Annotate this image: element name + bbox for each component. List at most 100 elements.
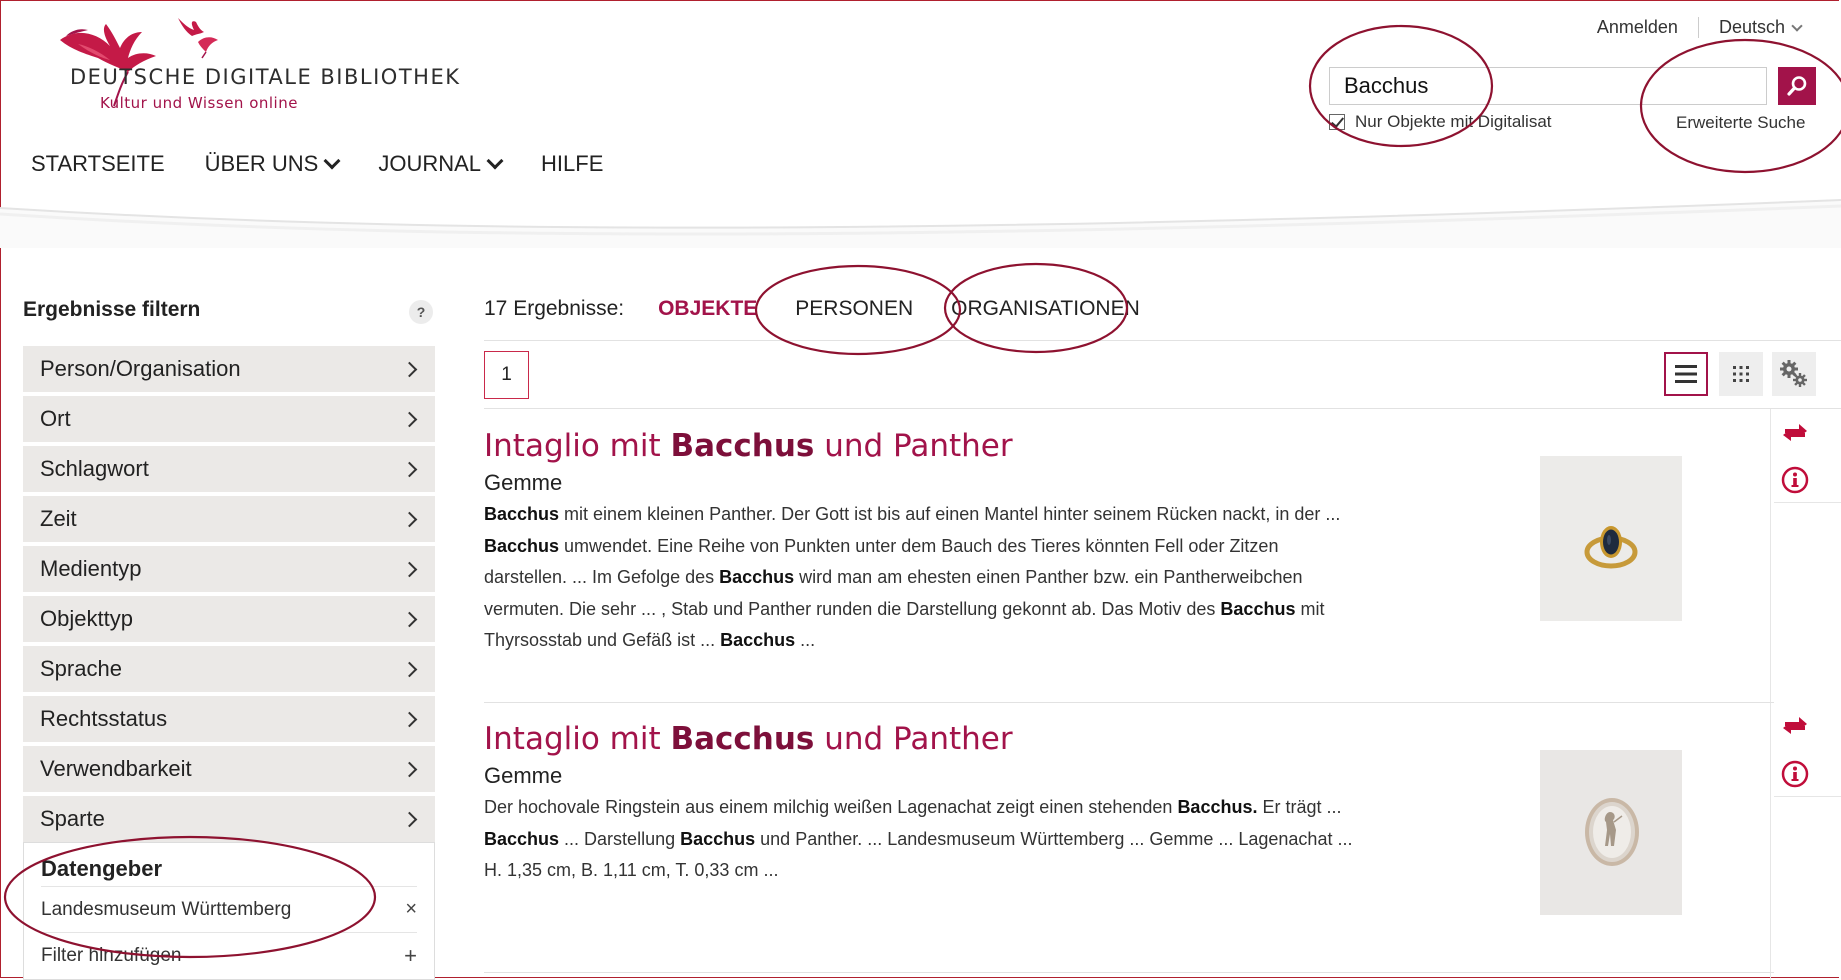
data-provider-facet: Datengeber Landesmuseum Württemberg × Fi… (23, 842, 435, 980)
data-provider-title: Datengeber (41, 856, 163, 881)
title-highlight: Bacchus (670, 428, 815, 464)
chevron-down-icon (323, 152, 341, 170)
nav-startseite[interactable]: STARTSEITE (31, 151, 165, 177)
divider (1774, 502, 1841, 503)
info-button[interactable] (1781, 466, 1809, 499)
add-filter-row[interactable]: Filter hinzufügen + (41, 932, 417, 978)
tab-organisationen[interactable]: ORGANISATIONEN (951, 297, 1140, 321)
settings-button[interactable] (1772, 352, 1816, 396)
divider (1774, 796, 1841, 797)
facet-label: Sprache (40, 656, 122, 681)
facet-label: Sparte (40, 806, 105, 831)
list-view-button[interactable] (1664, 352, 1708, 396)
facet-label: Verwendbarkeit (40, 756, 192, 781)
title-text: Intaglio mit (484, 428, 671, 464)
digitalisat-checkbox[interactable] (1329, 114, 1345, 130)
facet-sparte[interactable]: Sparte (23, 796, 435, 842)
brand-title: DEUTSCHE DIGITALE BIBLIOTHEK (70, 65, 461, 89)
title-text: und Panther (814, 721, 1013, 757)
close-icon[interactable]: × (405, 898, 417, 921)
facet-zeit[interactable]: Zeit (23, 496, 435, 542)
selected-provider-row: Landesmuseum Württemberg × (41, 886, 417, 932)
top-utility-bar: Anmelden Deutsch (1597, 17, 1803, 38)
divider (484, 972, 1774, 973)
nav-label: HILFE (541, 151, 604, 176)
search-icon (1787, 76, 1807, 96)
gem-ring-image (1540, 456, 1682, 621)
title-text: Intaglio mit (484, 721, 671, 757)
help-icon[interactable]: ? (409, 300, 433, 324)
digitalisat-filter[interactable]: Nur Objekte mit Digitalisat (1329, 112, 1552, 132)
info-button[interactable] (1781, 760, 1809, 793)
facet-schlagwort[interactable]: Schlagwort (23, 446, 435, 492)
chevron-right-icon (401, 511, 418, 527)
header-wave-divider (0, 199, 1841, 248)
compare-button[interactable] (1781, 714, 1809, 741)
facet-medientyp[interactable]: Medientyp (23, 546, 435, 592)
nav-label: STARTSEITE (31, 151, 165, 176)
results-tabs-bar: 17 Ergebnisse: OBJEKTE PERSONEN ORGANISA… (484, 297, 1140, 321)
brand-subtitle: Kultur und Wissen online (100, 94, 298, 112)
compare-arrows-icon (1783, 424, 1807, 441)
result-thumbnail[interactable] (1540, 750, 1682, 915)
nav-journal[interactable]: JOURNAL (378, 151, 504, 177)
nav-ueber-uns[interactable]: ÜBER UNS (204, 151, 341, 177)
facet-label: Objekttyp (40, 606, 133, 631)
result-snippet: Bacchus mit einem kleinen Panther. Der G… (484, 504, 1341, 650)
language-label: Deutsch (1718, 17, 1785, 37)
divider (484, 340, 1841, 341)
divider (484, 408, 1841, 409)
chevron-right-icon (401, 561, 418, 577)
chevron-down-icon (1791, 19, 1803, 32)
facet-ort[interactable]: Ort (23, 396, 435, 442)
result-thumbnail[interactable] (1540, 456, 1682, 621)
search-input[interactable] (1329, 67, 1767, 105)
advanced-search-link[interactable]: Erweiterte Suche (1676, 113, 1805, 133)
chevron-right-icon (401, 811, 418, 827)
facet-label: Medientyp (40, 556, 142, 581)
filter-heading: Ergebnisse filtern (23, 298, 201, 321)
main-navigation: STARTSEITE ÜBER UNS JOURNAL HILFE (31, 151, 603, 177)
grid-view-icon (1733, 366, 1749, 382)
info-icon (1781, 466, 1809, 494)
page-number-button[interactable]: 1 (484, 351, 529, 399)
compare-button[interactable] (1781, 421, 1809, 448)
chevron-down-icon (486, 152, 504, 170)
chevron-right-icon (401, 611, 418, 627)
nav-label: ÜBER UNS (204, 151, 319, 176)
grid-view-button[interactable] (1719, 352, 1763, 396)
gem-cameo-image (1540, 750, 1682, 915)
annotation-circle-advanced (1639, 38, 1841, 174)
nav-label: JOURNAL (378, 151, 482, 176)
info-icon (1781, 760, 1809, 788)
chevron-right-icon (401, 361, 418, 377)
facet-label: Rechtsstatus (40, 706, 168, 731)
facet-verwendbarkeit[interactable]: Verwendbarkeit (23, 746, 435, 792)
nav-hilfe[interactable]: HILFE (541, 151, 603, 177)
facet-objekttyp[interactable]: Objekttyp (23, 596, 435, 642)
facet-person-organisation[interactable]: Person/Organisation (23, 346, 435, 392)
tab-personen[interactable]: PERSONEN (795, 297, 913, 321)
chevron-right-icon (401, 761, 418, 777)
login-link[interactable]: Anmelden (1597, 17, 1699, 38)
facet-list: Person/Organisation Ort Schlagwort Zeit … (23, 346, 435, 846)
selected-provider-label: Landesmuseum Württemberg (41, 898, 292, 920)
facet-label: Zeit (40, 506, 77, 531)
digitalisat-label: Nur Objekte mit Digitalisat (1355, 112, 1552, 131)
title-highlight: Bacchus (670, 721, 815, 757)
facet-sprache[interactable]: Sprache (23, 646, 435, 692)
compare-arrows-icon (1783, 717, 1807, 734)
divider (484, 702, 1774, 703)
facet-rechtsstatus[interactable]: Rechtsstatus (23, 696, 435, 742)
facet-label: Person/Organisation (40, 356, 241, 381)
results-count: 17 Ergebnisse: (484, 297, 625, 320)
tab-objekte[interactable]: OBJEKTE (658, 297, 757, 321)
result-snippet: Der hochovale Ringstein aus einem milchi… (484, 797, 1353, 880)
search-button[interactable] (1778, 67, 1816, 105)
add-filter-label: Filter hinzufügen (41, 944, 182, 966)
chevron-right-icon (401, 411, 418, 427)
title-text: und Panther (814, 428, 1013, 464)
language-selector[interactable]: Deutsch (1699, 17, 1803, 38)
plus-icon[interactable]: + (404, 943, 417, 969)
chevron-right-icon (401, 711, 418, 727)
